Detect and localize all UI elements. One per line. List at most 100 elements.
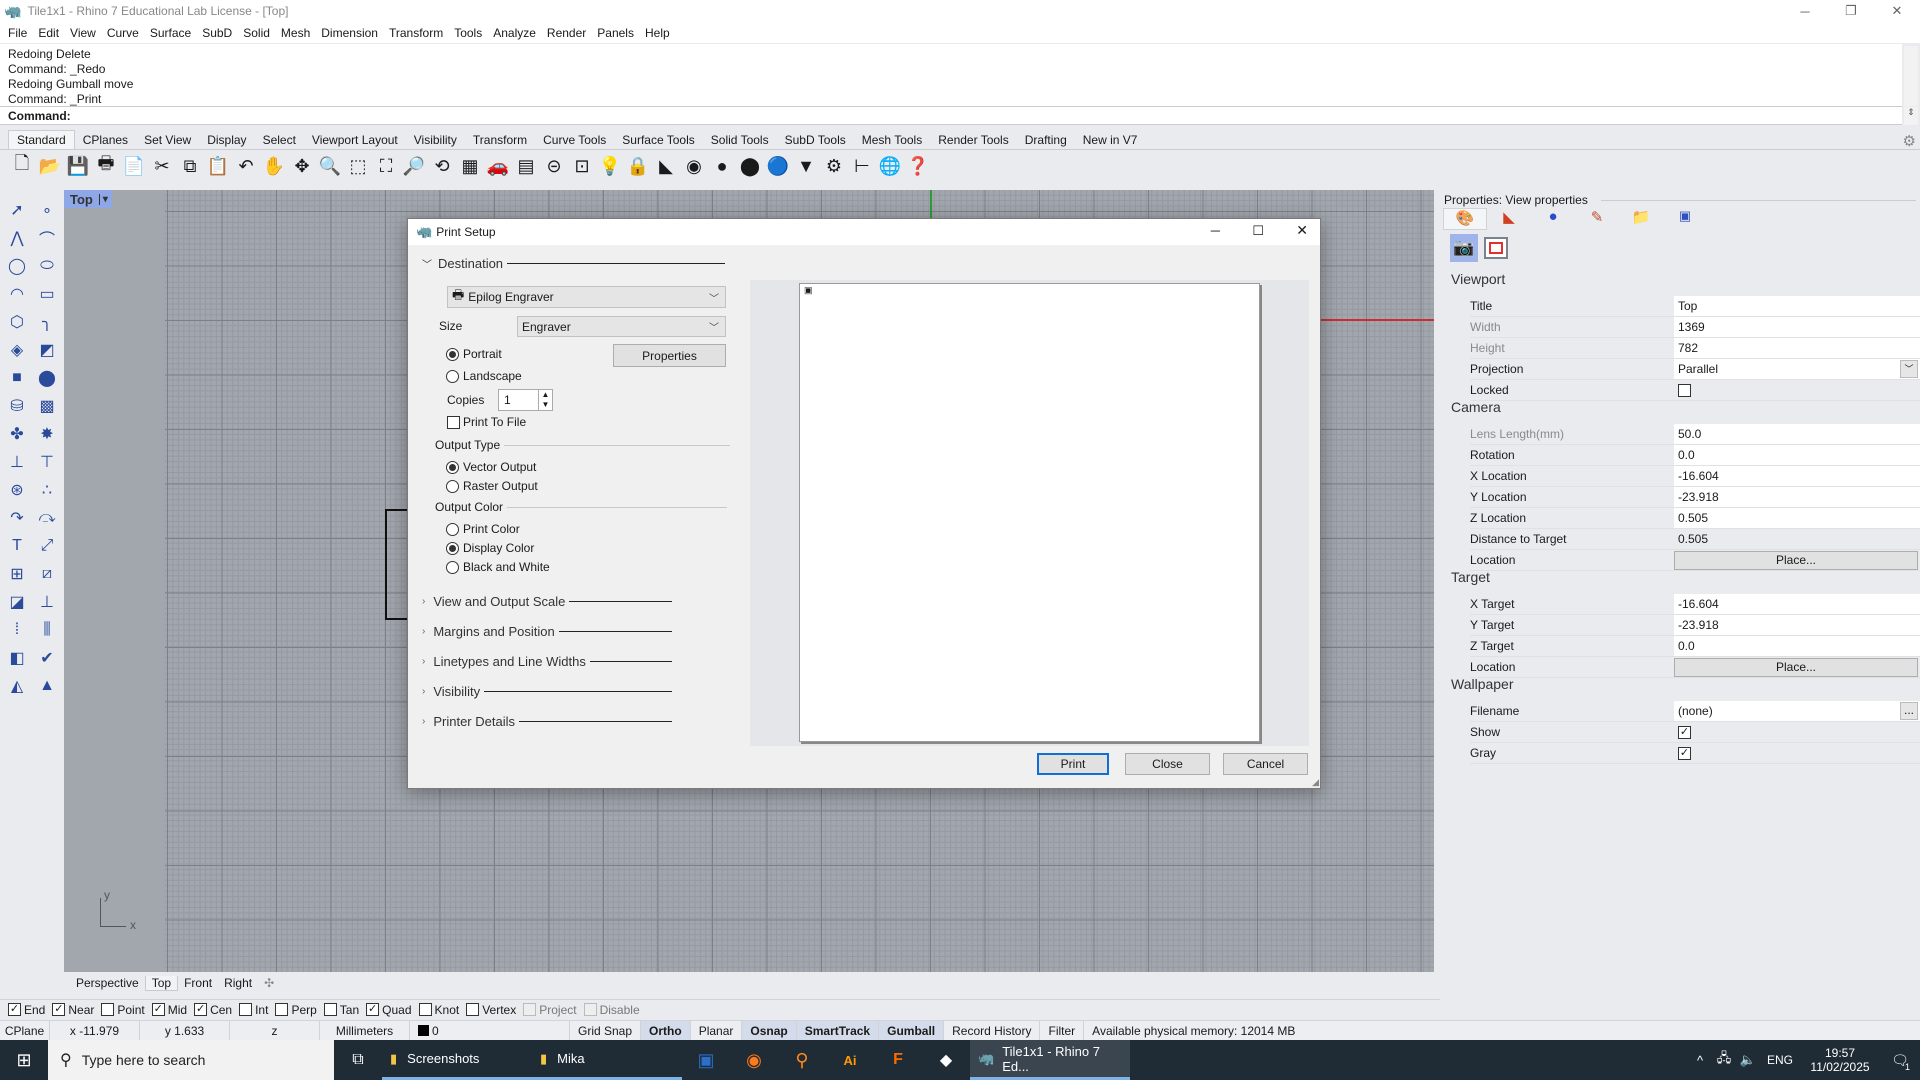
copies-stepper[interactable]: 1 ▲ ▼: [498, 389, 553, 411]
status-toggle-grid-snap[interactable]: Grid Snap: [570, 1020, 642, 1041]
group-objects-icon[interactable]: ⊛: [2, 476, 32, 504]
radio-landscape[interactable]: Landscape: [446, 369, 522, 383]
property-value-width[interactable]: 1369: [1674, 317, 1920, 337]
render-tab-icon[interactable]: ●: [1531, 208, 1575, 230]
grid-settings-icon[interactable]: ▤: [512, 153, 540, 179]
property-value-height[interactable]: 782: [1674, 338, 1920, 358]
tab-standard[interactable]: Standard: [8, 130, 75, 149]
property-value-z-target[interactable]: 0.0: [1674, 636, 1920, 656]
properties-button[interactable]: Properties: [613, 344, 726, 367]
open-folder-icon[interactable]: 📂: [36, 153, 64, 179]
analyze-icon[interactable]: ◧: [2, 644, 32, 672]
import-icon[interactable]: 📄: [120, 153, 148, 179]
notifications-icon[interactable]: 🗨 1: [1880, 1040, 1920, 1080]
size-select[interactable]: Engraver ﹀: [517, 316, 726, 337]
tab-transform[interactable]: Transform: [465, 131, 535, 149]
property-value-projection[interactable]: Parallel ﹀: [1674, 359, 1920, 379]
app-f-icon[interactable]: F: [874, 1040, 922, 1080]
section-linetypes-and-line-widths[interactable]: › Linetypes and Line Widths: [422, 654, 672, 669]
box-icon[interactable]: ■: [2, 364, 32, 392]
grid-array-icon[interactable]: ⁞: [2, 616, 32, 644]
menu-dimension[interactable]: Dimension: [321, 26, 378, 40]
rotate-view-icon[interactable]: ✥: [288, 153, 316, 179]
menu-transform[interactable]: Transform: [389, 26, 443, 40]
radio-vector-output[interactable]: Vector Output: [446, 460, 536, 474]
viewport-tab-right[interactable]: Right: [218, 976, 258, 990]
cylinder-icon[interactable]: ⛁: [2, 392, 32, 420]
zoom-selected-icon[interactable]: 🔎: [400, 153, 428, 179]
mesh-icon[interactable]: ▩: [32, 392, 62, 420]
menu-help[interactable]: Help: [645, 26, 670, 40]
select-arrow-icon[interactable]: ➚: [2, 196, 32, 224]
command-spinner[interactable]: ⇕: [1904, 107, 1918, 125]
menu-subd[interactable]: SubD: [202, 26, 232, 40]
section-printer-details[interactable]: › Printer Details: [422, 714, 672, 729]
tab-viewport-layout[interactable]: Viewport Layout: [304, 131, 406, 149]
x-coordinate[interactable]: x -11.979: [50, 1020, 140, 1041]
menu-edit[interactable]: Edit: [38, 26, 59, 40]
property-value-y-target[interactable]: -23.918: [1674, 615, 1920, 635]
surface-points-icon[interactable]: ◈: [2, 336, 32, 364]
viewport-tab-perspective[interactable]: Perspective: [70, 976, 145, 990]
tab-visibility[interactable]: Visibility: [406, 131, 465, 149]
maximize-button[interactable]: ❐: [1828, 0, 1874, 22]
inkscape-icon[interactable]: ◆: [922, 1040, 970, 1080]
chevron-down-icon[interactable]: ﹀: [1900, 360, 1918, 378]
osnap-perp[interactable]: Perp: [275, 1003, 317, 1017]
menu-view[interactable]: View: [70, 26, 96, 40]
volume-icon[interactable]: 🔈: [1736, 1040, 1760, 1080]
undo-view-icon[interactable]: ⟲: [428, 153, 456, 179]
copy-icon[interactable]: ⧉: [176, 153, 204, 179]
zoom-dynamic-icon[interactable]: 🔍: [316, 153, 344, 179]
tab-mesh-tools[interactable]: Mesh Tools: [854, 131, 930, 149]
tab-set-view[interactable]: Set View: [136, 131, 199, 149]
new-file-icon[interactable]: 🗋: [8, 153, 36, 179]
layer-icon[interactable]: ◣: [652, 153, 680, 179]
osnap-knot[interactable]: Knot: [418, 1003, 459, 1017]
split-icon[interactable]: ⊤: [32, 448, 62, 476]
display-tab-icon[interactable]: ✎: [1575, 208, 1619, 230]
radio-black-and-white[interactable]: Black and White: [446, 560, 550, 574]
status-toggle-filter[interactable]: Filter: [1040, 1020, 1085, 1041]
z-coordinate[interactable]: z: [230, 1020, 320, 1041]
osnap-project[interactable]: Project: [523, 1003, 577, 1017]
extrude-surface-icon[interactable]: ◩: [32, 336, 62, 364]
osnap-int[interactable]: Int: [239, 1003, 268, 1017]
array-icon[interactable]: ⊞: [2, 560, 32, 588]
render-shapes-icon[interactable]: ◭: [2, 672, 32, 700]
lock-icon[interactable]: 🔒: [624, 153, 652, 179]
checkbox-locked[interactable]: [1678, 383, 1691, 397]
property-value-y-location[interactable]: -23.918: [1674, 487, 1920, 507]
tray-chevron-icon[interactable]: ^: [1688, 1040, 1712, 1080]
tab-select[interactable]: Select: [255, 131, 304, 149]
curve-cv-icon[interactable]: ⌒: [32, 224, 62, 252]
undo-icon[interactable]: ↶: [232, 153, 260, 179]
save-icon[interactable]: 💾: [64, 153, 92, 179]
globe-icon[interactable]: 🌐: [876, 153, 904, 179]
property-value-x-location[interactable]: -16.604: [1674, 466, 1920, 486]
radio-raster-output[interactable]: Raster Output: [446, 479, 538, 493]
units-cell[interactable]: Millimeters: [320, 1020, 410, 1041]
paste-icon[interactable]: 📋: [204, 153, 232, 179]
dialog-maximize-button[interactable]: ☐: [1252, 223, 1264, 239]
tab-surface-tools[interactable]: Surface Tools: [614, 131, 703, 149]
print-button[interactable]: Print: [1037, 753, 1109, 775]
property-value-title[interactable]: Top: [1674, 296, 1920, 316]
explode-icon[interactable]: ✸: [32, 420, 62, 448]
object-snap-icon[interactable]: ⊡: [568, 153, 596, 179]
tab-new-in-v7[interactable]: New in V7: [1075, 131, 1146, 149]
dimension-tool-icon[interactable]: ⊥: [32, 588, 62, 616]
osnap-near[interactable]: ✓ Near: [52, 1003, 94, 1017]
offset-curve-icon[interactable]: ⤼: [32, 504, 62, 532]
pyramid-icon[interactable]: ▲: [32, 672, 62, 700]
checkbox-show[interactable]: ✓: [1678, 725, 1691, 739]
tab-render-tools[interactable]: Render Tools: [930, 131, 1017, 149]
tab-drafting[interactable]: Drafting: [1017, 131, 1075, 149]
cplane-cell[interactable]: CPlane: [0, 1020, 50, 1041]
render-cone-icon[interactable]: ▼: [792, 153, 820, 179]
y-coordinate[interactable]: y 1.633: [140, 1020, 230, 1041]
task-view-icon[interactable]: ⧉: [334, 1040, 382, 1080]
app-jm-icon[interactable]: ▣: [682, 1040, 730, 1080]
viewport-frame-icon[interactable]: [1484, 237, 1508, 259]
menu-file[interactable]: File: [8, 26, 27, 40]
